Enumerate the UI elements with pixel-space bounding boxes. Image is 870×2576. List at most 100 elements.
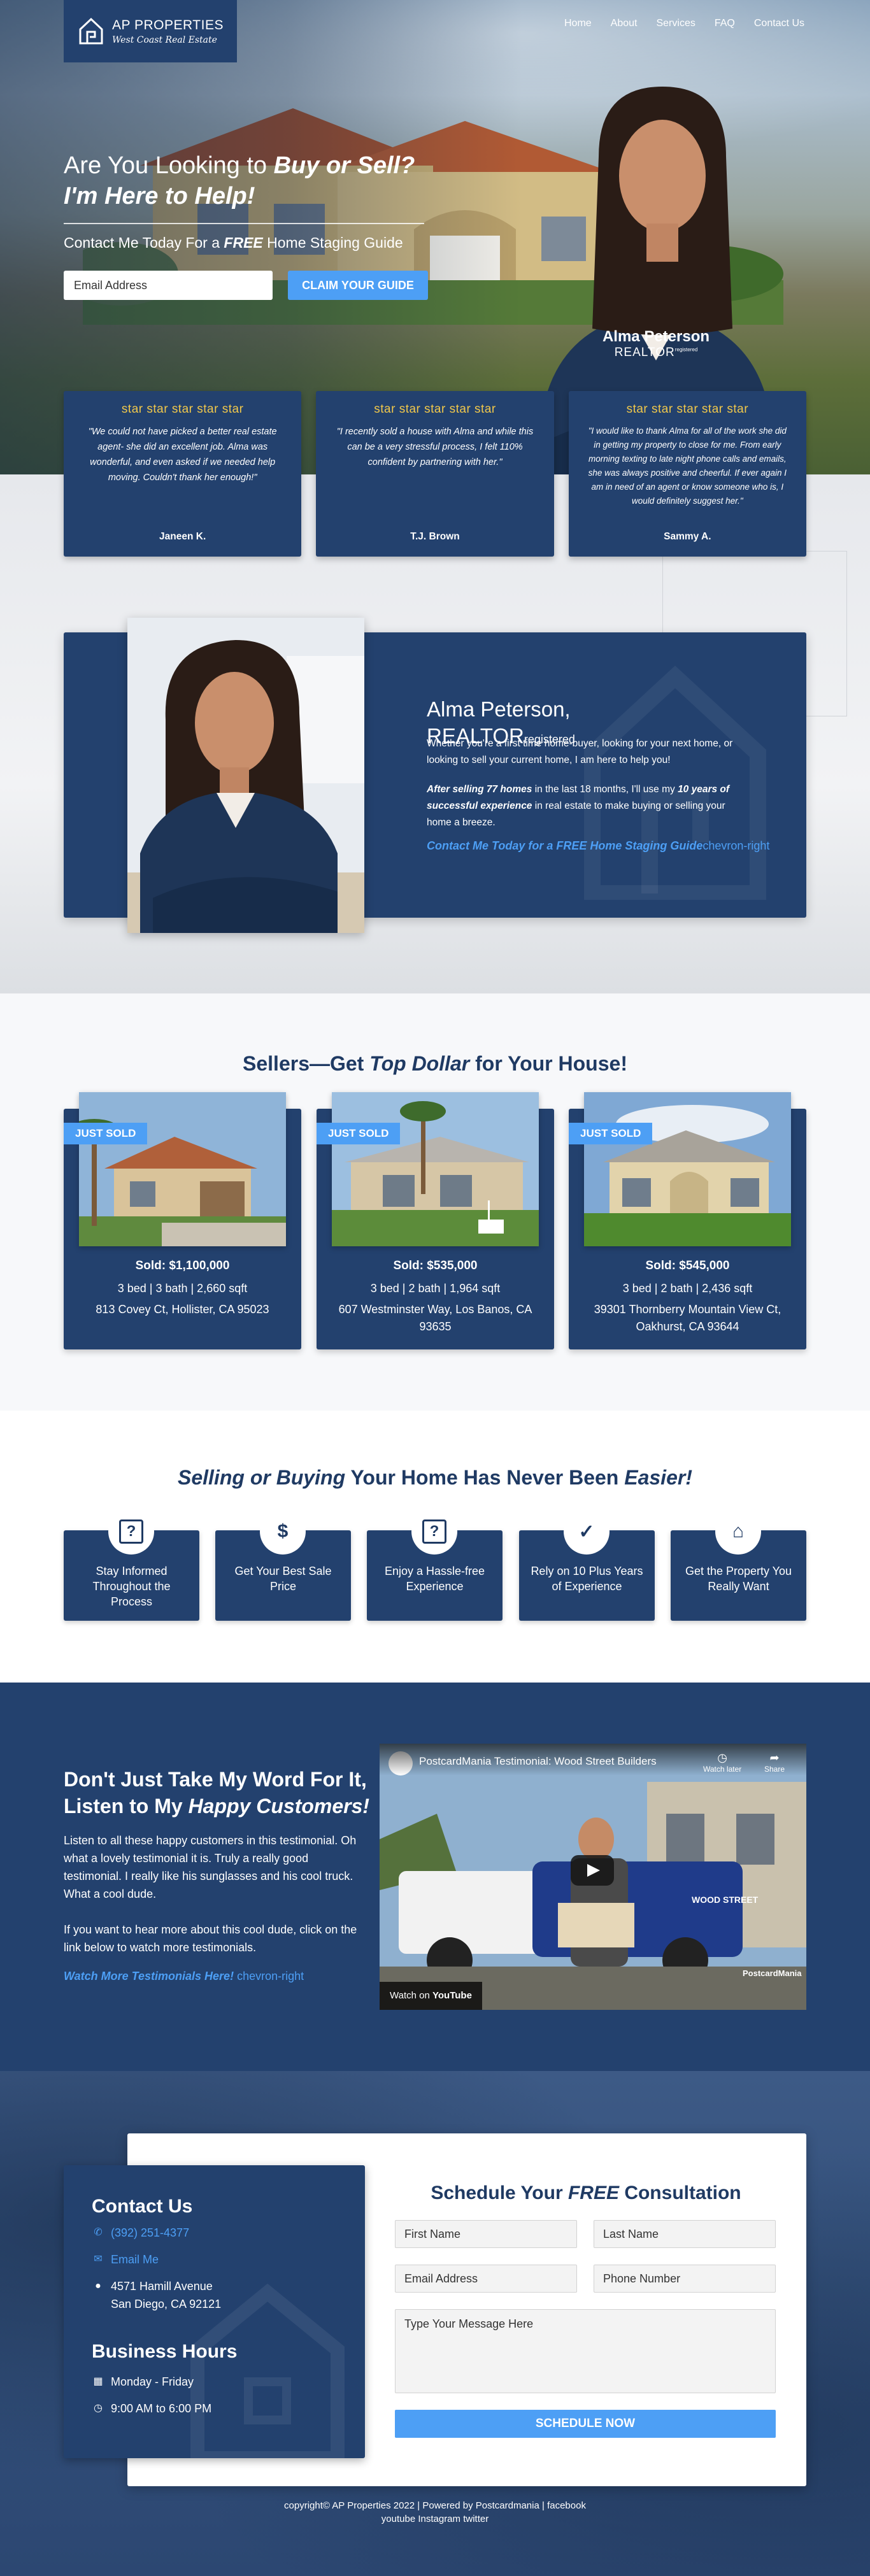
- phone-icon: ✆: [94, 2227, 103, 2238]
- question-box-icon: ?: [411, 1509, 457, 1555]
- facebook-link[interactable]: facebook: [547, 2500, 586, 2511]
- message-field[interactable]: [395, 2309, 776, 2393]
- hero-agent-name: Alma Peterson: [602, 328, 710, 345]
- business-hours-heading: Business Hours: [92, 2341, 238, 2362]
- watch-later-button[interactable]: ◷ Watch later: [703, 1751, 741, 1774]
- map-pin-icon: ●: [95, 2281, 101, 2291]
- powered-by-link[interactable]: Powered by Postcardmania: [422, 2500, 539, 2511]
- hero-agent-name-block: Alma Peterson REALTORregistered: [573, 328, 739, 360]
- feature-label: Get the Property You Really Want: [685, 1565, 792, 1593]
- feature-label: Enjoy a Hassle-free Experience: [384, 1565, 485, 1593]
- badge-check-icon: ✓: [564, 1509, 610, 1555]
- consultation-form-title: Schedule Your FREE Consultation: [431, 2182, 741, 2203]
- email-field[interactable]: [395, 2265, 577, 2293]
- schedule-now-button[interactable]: SCHEDULE NOW: [395, 2410, 776, 2438]
- listing-price: Sold: $535,000: [393, 1259, 478, 1272]
- testimonial-author: Janeen K.: [159, 531, 206, 542]
- star-rating-icons: star star star star star: [626, 402, 749, 416]
- video-brand-watermark: PostcardMania: [743, 1968, 802, 1978]
- logo-title: AP PROPERTIES: [112, 17, 224, 32]
- listing-photo: [584, 1092, 791, 1246]
- about-text: Whether you're a first time home-buyer, …: [427, 738, 733, 828]
- youtube-video-embed[interactable]: WOOD STREET PostcardMania PostcardMania …: [380, 1744, 806, 2010]
- clock-icon: ◷: [717, 1751, 727, 1764]
- page: AP PROPERTIES West Coast Real Estate Hom…: [0, 0, 870, 2576]
- feature-label: Rely on 10 Plus Years of Experience: [531, 1565, 643, 1593]
- testimonial-quote: "I would like to thank Alma for all of t…: [588, 426, 787, 506]
- question-box-icon: ?: [108, 1509, 154, 1555]
- listing-details: 3 bed | 2 bath | 2,436 sqft: [622, 1282, 753, 1295]
- testimonial-card: star star star star star "We could not h…: [64, 391, 302, 557]
- testimonial-cards: star star star star star "We could not h…: [64, 391, 806, 557]
- testimonial-card: star star star star star "I would like t…: [568, 391, 806, 557]
- video-section-text: Listen to all these happy customers in t…: [64, 1834, 357, 1954]
- copyright-text: copyright© AP Properties 2022: [284, 2500, 415, 2511]
- staging-guide-link[interactable]: Contact Me Today for a FREE Home Staging…: [427, 839, 769, 853]
- nav-services[interactable]: Services: [656, 18, 695, 29]
- nav-home[interactable]: Home: [564, 18, 592, 29]
- share-icon: ➦: [769, 1751, 780, 1764]
- listing-photo: [79, 1092, 286, 1246]
- hero-email-input[interactable]: [64, 271, 273, 300]
- feature-card: ✓ Rely on 10 Plus Years of Experience: [519, 1509, 655, 1621]
- just-sold-badge: JUST SOLD: [64, 1123, 148, 1144]
- envelope-icon: ✉: [94, 2254, 103, 2265]
- first-name-field[interactable]: [395, 2220, 577, 2248]
- claim-guide-button[interactable]: CLAIM YOUR GUIDE: [288, 271, 428, 300]
- listing-address: 39301 Thornberry Mountain View Ct, Oakhu…: [594, 1303, 781, 1333]
- listing-details: 3 bed | 2 bath | 1,964 sqft: [370, 1282, 501, 1295]
- feature-card: $ Get Your Best Sale Price: [215, 1509, 351, 1621]
- feature-card: ? Enjoy a Hassle-free Experience: [367, 1509, 503, 1621]
- testimonial-author: T.J. Brown: [410, 531, 460, 542]
- contact-email-link[interactable]: ✉ Email Me: [92, 2251, 159, 2268]
- sold-listing-card[interactable]: JUST SOLD Sold: $545,000 3 bed | 2 bath …: [569, 1092, 806, 1349]
- feature-card: ? Stay Informed Throughout the Process: [64, 1509, 199, 1621]
- listing-details: 3 bed | 3 bath | 2,660 sqft: [117, 1282, 248, 1295]
- money-wave-icon: $: [260, 1509, 306, 1555]
- main-nav: Home About Services FAQ Contact Us: [564, 18, 804, 29]
- nav-contact-us[interactable]: Contact Us: [754, 18, 804, 29]
- sold-listing-card[interactable]: JUST SOLD Sold: $1,100,000 3 bed | 3 bat…: [64, 1092, 301, 1349]
- hero-headline: Are You Looking to Buy or Sell? I'm Here …: [64, 152, 415, 210]
- just-sold-badge: JUST SOLD: [569, 1123, 653, 1144]
- sold-listing-card[interactable]: JUST SOLD Sold: $535,000 3 bed | 2 bath …: [317, 1092, 554, 1349]
- testimonial-quote: "We could not have picked a better real …: [88, 427, 277, 483]
- video-title[interactable]: PostcardMania Testimonial: Wood Street B…: [380, 1744, 806, 1775]
- chevron-right-icon: chevron-right: [702, 839, 770, 852]
- star-rating-icons: star star star star star: [121, 402, 244, 416]
- share-button[interactable]: ➦ Share: [764, 1751, 785, 1774]
- logo-subtitle: West Coast Real Estate: [112, 34, 217, 45]
- feature-label: Stay Informed Throughout the Process: [92, 1565, 171, 1608]
- listing-address: 813 Covey Ct, Hollister, CA 95023: [96, 1303, 269, 1316]
- home-heart-icon: ⌂: [715, 1509, 761, 1555]
- hero-subheadline: Contact Me Today For a FREE Home Staging…: [64, 234, 403, 251]
- video-truck-text: WOOD STREET: [692, 1895, 759, 1905]
- contact-address: ● 4571 Hamill Avenue San Diego, CA 92121: [92, 2277, 221, 2313]
- watch-on-youtube-button[interactable]: Watch on YouTube: [380, 1982, 482, 2010]
- logo[interactable]: AP PROPERTIES West Coast Real Estate: [64, 0, 237, 62]
- star-rating-icons: star star star star star: [374, 402, 496, 416]
- feature-card: ⌂ Get the Property You Really Want: [671, 1509, 806, 1621]
- phone-field[interactable]: [594, 2265, 776, 2293]
- listing-price: Sold: $545,000: [645, 1259, 730, 1272]
- about-agent-photo: [127, 618, 364, 933]
- testimonial-author: Sammy A.: [664, 531, 711, 542]
- listing-price: Sold: $1,100,000: [135, 1259, 230, 1272]
- listing-photo: [332, 1092, 539, 1246]
- last-name-field[interactable]: [594, 2220, 776, 2248]
- social-links[interactable]: youtube Instagram twitter: [0, 2512, 870, 2526]
- sold-section-title: Sellers—Get Top Dollar for Your House!: [243, 1052, 627, 1075]
- nav-faq[interactable]: FAQ: [715, 18, 735, 29]
- contact-phone[interactable]: ✆ (392) 251-4377: [92, 2224, 189, 2242]
- video-play-button[interactable]: [571, 1855, 614, 1886]
- business-hours: ◷ 9:00 AM to 6:00 PM: [92, 2400, 211, 2417]
- testimonial-card: star star star star star "I recently sol…: [316, 391, 554, 557]
- just-sold-badge: JUST SOLD: [317, 1123, 401, 1144]
- business-days: ▦ Monday - Friday: [92, 2373, 194, 2391]
- testimonial-quote: "I recently sold a house with Alma and w…: [336, 427, 534, 467]
- nav-about[interactable]: About: [611, 18, 638, 29]
- calendar-icon: ▦: [93, 2376, 103, 2387]
- feature-label: Get Your Best Sale Price: [234, 1565, 332, 1593]
- contact-info-card: Contact Us ✆ (392) 251-4377 ✉ Email Me ● 45…: [64, 2165, 365, 2458]
- more-testimonials-link[interactable]: Watch More Testimonials Here! chevron-ri…: [64, 1970, 304, 1983]
